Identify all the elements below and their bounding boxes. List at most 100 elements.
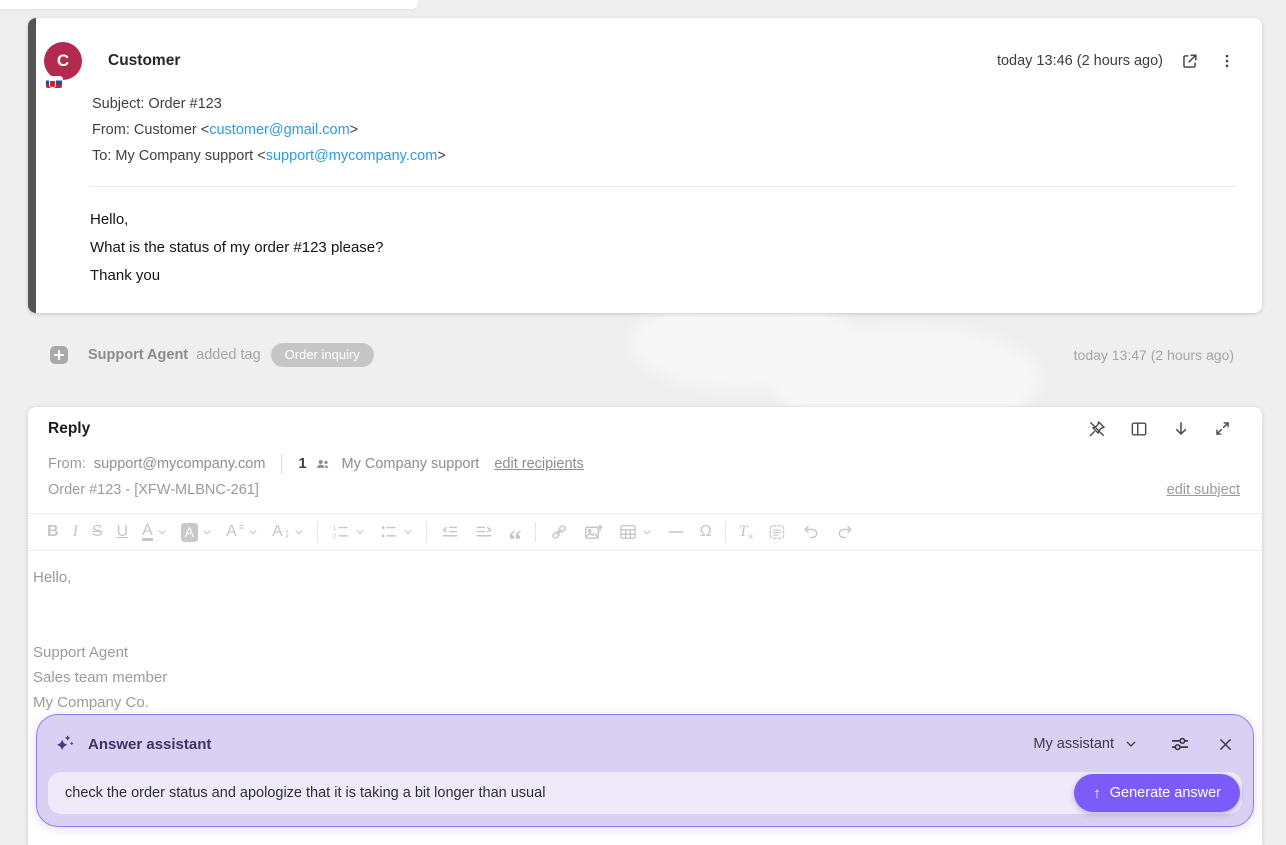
chevron-down-icon: [355, 527, 365, 537]
toolbar-bullet-list-button[interactable]: [372, 517, 420, 547]
toolbar-strikethrough-button[interactable]: S: [85, 517, 110, 547]
recipients-icon: [314, 455, 332, 473]
ticket-event-row: Support Agent added tag Order inquiry to…: [50, 341, 1234, 369]
toolbar-separator: [725, 522, 726, 542]
toolbar-separator: [535, 522, 536, 542]
toolbar-redo-button[interactable]: [828, 517, 862, 547]
open-in-new-icon[interactable]: [1180, 52, 1199, 71]
mail-subject-line: Subject: Order #123: [92, 91, 446, 117]
toolbar-insert-image-button[interactable]: [576, 517, 611, 547]
assistant-input-row: ↑ Generate answer: [48, 772, 1242, 814]
reply-title: Reply: [48, 420, 90, 438]
svg-text:1: 1: [333, 525, 337, 532]
collapse-down-icon[interactable]: [1171, 419, 1191, 439]
mail-headers: Subject: Order #123 From: Customer <cust…: [92, 91, 446, 169]
editor-line: [33, 590, 1242, 615]
toolbar-underline-button[interactable]: U: [110, 517, 136, 547]
toolbar-font-size-button[interactable]: A↕: [265, 517, 311, 547]
expand-icon[interactable]: [1213, 419, 1232, 439]
chevron-down-icon: [248, 527, 258, 537]
chevron-down-icon: [294, 527, 304, 537]
chevron-down-icon: [1123, 736, 1139, 752]
toolbar-select-template-button[interactable]: [760, 517, 794, 547]
toolbar-horizontal-rule-button[interactable]: [659, 517, 693, 547]
assistant-selector-value: My assistant: [1033, 736, 1114, 752]
toolbar-text-color-button[interactable]: A: [135, 517, 174, 547]
sender-name: Customer: [108, 52, 180, 70]
toolbar-insert-table-button[interactable]: [611, 517, 659, 547]
toolbar-insert-link-button[interactable]: [542, 517, 576, 547]
editor-line: [33, 615, 1242, 640]
chevron-down-icon: [642, 527, 652, 537]
sparkles-icon: [53, 733, 75, 755]
chevron-down-icon: [403, 527, 413, 537]
message-accent-bar: [28, 18, 36, 313]
mail-body-line: Thank you: [90, 262, 384, 290]
toolbar-bold-button[interactable]: B: [40, 517, 66, 547]
chevron-down-icon: [202, 527, 212, 537]
toolbar-indent-button[interactable]: [467, 517, 501, 547]
editor-line: Sales team member: [33, 665, 1242, 690]
toolbar-separator: [426, 522, 427, 542]
previous-card-edge: [0, 0, 418, 9]
toolbar-ordered-list-button[interactable]: 12: [324, 517, 372, 547]
assistant-title: Answer assistant: [88, 736, 211, 753]
mail-body-line: What is the status of my order #123 plea…: [90, 234, 384, 262]
answer-assistant-panel: Answer assistant My assistant ↑ Generate…: [36, 714, 1254, 827]
event-action-text: added tag: [196, 347, 261, 363]
mail-to-line: To: My Company support <support@mycompan…: [92, 143, 446, 169]
toolbar-outdent-button[interactable]: [433, 517, 467, 547]
generate-answer-label: Generate answer: [1110, 785, 1221, 801]
vertical-divider: [281, 454, 282, 474]
toolbar-italic-button[interactable]: I: [66, 517, 85, 547]
avatar-initial: C: [57, 51, 69, 71]
toolbar-undo-button[interactable]: [794, 517, 828, 547]
event-timestamp: today 13:47 (2 hours ago): [1074, 347, 1234, 363]
toolbar-font-family-button[interactable]: A≡: [219, 517, 265, 547]
editor-line: Support Agent: [33, 640, 1242, 665]
assistant-prompt-input[interactable]: [48, 772, 1242, 814]
mail-divider: [90, 186, 1236, 187]
from-email-link[interactable]: customer@gmail.com: [209, 122, 349, 138]
mail-from-line: From: Customer <customer@gmail.com>: [92, 117, 446, 143]
toolbar-blockquote-button[interactable]: “: [501, 517, 529, 547]
from-label: From:: [48, 456, 86, 472]
editor-line: My Company Co.: [33, 690, 1242, 715]
chevron-down-icon: [157, 527, 167, 537]
kebab-menu-icon[interactable]: [1218, 52, 1236, 70]
mail-body-line: Hello,: [90, 206, 384, 234]
assistant-settings-icon[interactable]: [1169, 733, 1191, 755]
edit-recipients-link[interactable]: edit recipients: [494, 456, 583, 472]
editor-line: Hello,: [33, 565, 1242, 590]
mail-body: Hello,What is the status of my order #12…: [90, 206, 384, 290]
reply-subject-line: Order #123 - [XFW-MLBNC-261]: [48, 482, 259, 498]
edit-subject-link[interactable]: edit subject: [1167, 482, 1240, 498]
avatar: C: [44, 42, 82, 80]
reply-from-row: From: support@mycompany.com 1 My Company…: [48, 454, 584, 474]
recipient-count: 1: [298, 456, 306, 472]
recipient-count-chip[interactable]: 1: [298, 455, 331, 473]
toolbar-separator: [317, 522, 318, 542]
unpin-icon[interactable]: [1087, 419, 1107, 439]
tag-badge: Order inquiry: [271, 343, 374, 367]
reply-from-email: support@mycompany.com: [94, 456, 266, 472]
to-email-link[interactable]: support@mycompany.com: [266, 148, 438, 164]
toolbar-clear-formatting-button[interactable]: T×: [732, 517, 761, 547]
tag-added-icon: [50, 346, 68, 364]
message-header: C Customer today 13:46 (2 hours ago): [44, 42, 1236, 80]
svg-text:2: 2: [333, 533, 337, 540]
split-view-icon[interactable]: [1129, 419, 1149, 439]
toolbar-highlight-color-button[interactable]: A: [174, 517, 219, 547]
customer-message-card: C Customer today 13:46 (2 hours ago) Sub…: [28, 18, 1262, 313]
reply-header-actions: [1087, 419, 1232, 439]
toolbar-special-characters-button[interactable]: Ω: [693, 517, 719, 547]
message-timestamp: today 13:46 (2 hours ago): [997, 53, 1163, 69]
generate-answer-button[interactable]: ↑ Generate answer: [1074, 774, 1240, 812]
event-agent-name: Support Agent: [88, 347, 188, 363]
recipient-name: My Company support: [342, 456, 480, 472]
arrow-up-icon: ↑: [1093, 785, 1101, 802]
close-icon[interactable]: [1216, 735, 1235, 754]
assistant-selector[interactable]: My assistant: [1033, 736, 1139, 752]
slovakia-flag-icon: [46, 77, 62, 88]
assistant-header: Answer assistant My assistant: [53, 724, 1235, 764]
